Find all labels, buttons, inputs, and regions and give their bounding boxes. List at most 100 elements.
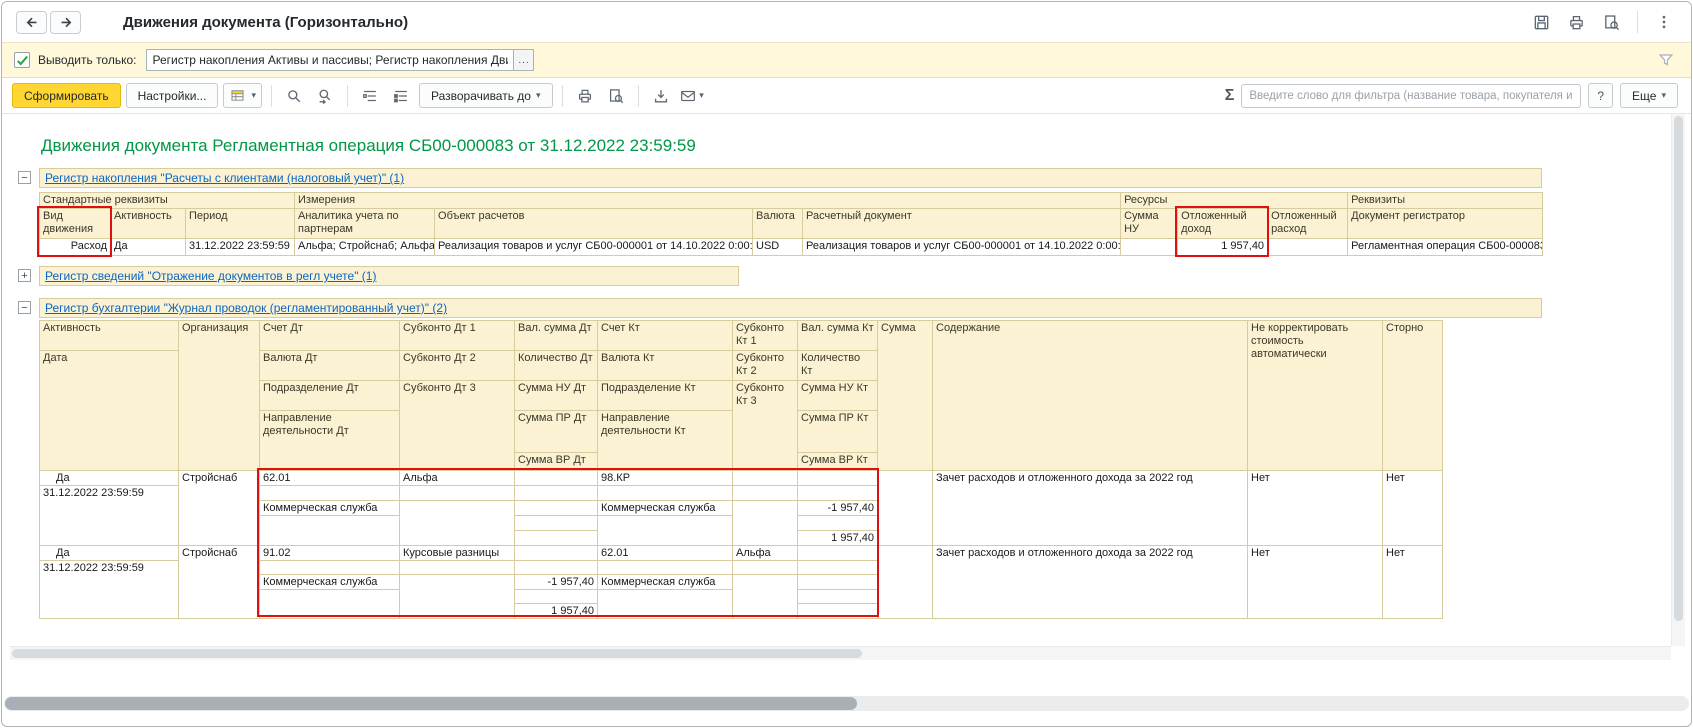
report-horizontal-scrollbar[interactable]: [10, 646, 1671, 660]
registers-filter-input[interactable]: [146, 49, 515, 71]
empty-cell[interactable]: [797, 560, 878, 575]
collapse-levels-button[interactable]: [357, 84, 383, 108]
empty-cell[interactable]: [399, 574, 515, 619]
empty-cell[interactable]: [514, 470, 598, 486]
cell-account-dt[interactable]: 91.02: [259, 545, 400, 561]
expand-levels-button[interactable]: [388, 84, 414, 108]
form-scroll-thumb[interactable]: [5, 697, 857, 710]
window-menu-button[interactable]: [1651, 10, 1677, 34]
cell-org[interactable]: Стройснаб: [178, 545, 260, 619]
save-button[interactable]: [1528, 10, 1554, 34]
horizontal-scroll-thumb[interactable]: [12, 649, 862, 658]
section2-expander[interactable]: +: [18, 269, 31, 282]
vertical-scroll-thumb[interactable]: [1674, 116, 1683, 621]
empty-cell[interactable]: [597, 560, 733, 575]
empty-cell[interactable]: [514, 485, 598, 501]
empty-cell[interactable]: [732, 560, 798, 575]
empty-cell[interactable]: [259, 560, 400, 575]
report-variants-button[interactable]: ▾: [223, 83, 262, 108]
empty-cell[interactable]: [797, 515, 878, 531]
cell-org[interactable]: Стройснаб: [178, 470, 260, 546]
settings-button[interactable]: Настройки...: [125, 83, 219, 108]
print-report-button[interactable]: [572, 84, 598, 108]
empty-cell[interactable]: [514, 560, 598, 575]
section1-expander[interactable]: −: [18, 171, 31, 184]
cell-deferred-income[interactable]: 1 957,40: [1177, 238, 1269, 256]
empty-cell[interactable]: [597, 515, 733, 546]
back-button[interactable]: [16, 10, 47, 34]
cell-storno[interactable]: Нет: [1382, 470, 1443, 546]
cell-division-kt[interactable]: Коммерческая служба: [597, 500, 733, 516]
empty-cell[interactable]: [399, 500, 515, 546]
cell-settlement-document[interactable]: Реализация товаров и услуг СБ00-000001 о…: [802, 238, 1122, 256]
cell-amount-vr-dt[interactable]: 1 957,40: [514, 603, 598, 619]
help-button[interactable]: ?: [1588, 83, 1614, 108]
cell-period[interactable]: 31.12.2022 23:59:59: [184, 238, 296, 256]
cell-division-dt[interactable]: Коммерческая служба: [259, 574, 400, 590]
search-button[interactable]: [281, 84, 307, 108]
cell-amount-nu-dt[interactable]: -1 957,40: [514, 574, 598, 590]
section1-link[interactable]: Регистр накопления "Расчеты с клиентами …: [45, 171, 404, 185]
empty-cell[interactable]: [732, 574, 798, 619]
section3-expander[interactable]: −: [18, 301, 31, 314]
empty-cell[interactable]: [514, 500, 598, 516]
empty-cell[interactable]: [597, 485, 733, 501]
cell-no-adjust[interactable]: Нет: [1247, 545, 1383, 619]
generate-button[interactable]: Сформировать: [12, 83, 121, 108]
cell-amount[interactable]: [877, 470, 933, 546]
cell-settlement-object[interactable]: Реализация товаров и услуг СБ00-000001 о…: [434, 238, 754, 256]
cell-account-dt[interactable]: 62.01: [259, 470, 400, 486]
search-next-button[interactable]: [312, 84, 338, 108]
cell-registrar[interactable]: Регламентная операция СБ00-000083 от: [1347, 238, 1544, 256]
cell-storno[interactable]: Нет: [1382, 545, 1443, 619]
filter-funnel-button[interactable]: [1653, 48, 1679, 72]
cell-content[interactable]: Зачет расходов и отложенного дохода за 2…: [932, 545, 1248, 619]
empty-cell[interactable]: [732, 470, 798, 486]
empty-cell[interactable]: [797, 574, 878, 590]
cell-partner-analytics[interactable]: Альфа; Стройснаб; Альфа: [294, 238, 436, 256]
empty-cell[interactable]: [514, 589, 598, 604]
empty-cell[interactable]: [259, 485, 400, 501]
quick-filter-input[interactable]: [1241, 83, 1582, 108]
cell-deferred-expense[interactable]: [1267, 238, 1349, 256]
forward-button[interactable]: [50, 10, 81, 34]
section2-link[interactable]: Регистр сведений "Отражение документов в…: [45, 269, 376, 283]
empty-cell[interactable]: [399, 560, 515, 575]
report-vertical-scrollbar[interactable]: [1671, 114, 1685, 646]
cell-movement-type[interactable]: Расход: [39, 238, 111, 256]
cell-amount-vr-kt[interactable]: 1 957,40: [797, 530, 878, 546]
empty-cell[interactable]: [797, 603, 878, 619]
cell-sub-dt1[interactable]: Альфа: [399, 470, 515, 486]
cell-sub-kt1[interactable]: Альфа: [732, 545, 798, 561]
section3-link[interactable]: Регистр бухгалтерии "Журнал проводок (ре…: [45, 301, 447, 315]
cell-division-kt[interactable]: Коммерческая служба: [597, 574, 733, 590]
more-button[interactable]: Еще ▾: [1620, 83, 1678, 108]
cell-active[interactable]: Да: [110, 238, 186, 256]
print-button[interactable]: [1563, 10, 1589, 34]
cell-account-kt[interactable]: 62.01: [597, 545, 733, 561]
cell-sub-dt1[interactable]: Курсовые разницы: [399, 545, 515, 561]
show-only-checkbox[interactable]: [14, 52, 30, 68]
cell-content[interactable]: Зачет расходов и отложенного дохода за 2…: [932, 470, 1248, 546]
cell-activity[interactable]: Да: [39, 470, 179, 486]
empty-cell[interactable]: [259, 515, 400, 546]
empty-cell[interactable]: [514, 515, 598, 531]
choose-registers-button[interactable]: ...: [514, 49, 535, 71]
empty-cell[interactable]: [732, 500, 798, 546]
cell-account-kt[interactable]: 98.КР: [597, 470, 733, 486]
form-horizontal-scrollbar[interactable]: [4, 696, 1689, 711]
empty-cell[interactable]: [797, 545, 878, 561]
empty-cell[interactable]: [399, 485, 515, 501]
empty-cell[interactable]: [797, 485, 878, 501]
empty-cell[interactable]: [797, 589, 878, 604]
cell-date[interactable]: 31.12.2022 23:59:59: [39, 560, 179, 619]
cell-division-dt[interactable]: Коммерческая служба: [259, 500, 400, 516]
empty-cell[interactable]: [732, 485, 798, 501]
empty-cell[interactable]: [797, 470, 878, 486]
cell-no-adjust[interactable]: Нет: [1247, 470, 1383, 546]
cell-amount-nu-kt[interactable]: -1 957,40: [797, 500, 878, 516]
cell-activity[interactable]: Да: [39, 545, 179, 561]
empty-cell[interactable]: [514, 530, 598, 546]
cell-amount[interactable]: [877, 545, 933, 619]
empty-cell[interactable]: [514, 545, 598, 561]
